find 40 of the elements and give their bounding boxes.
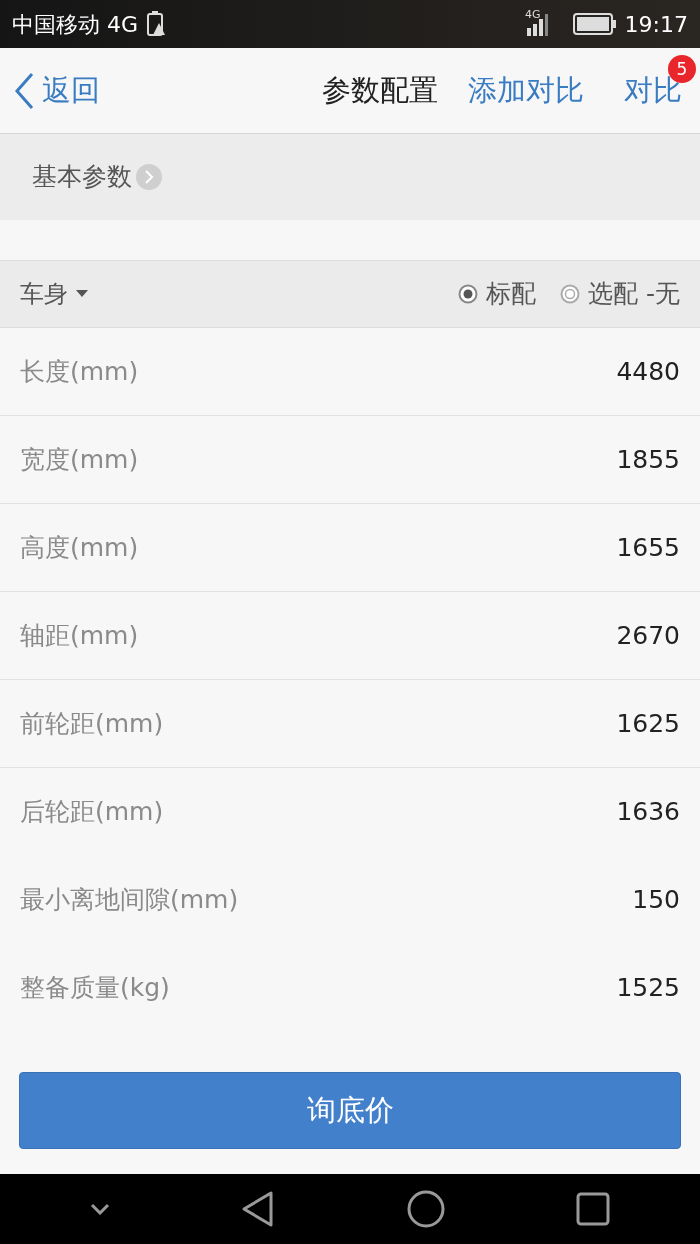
spec-value: 1625 (616, 707, 680, 740)
battery-icon (572, 13, 617, 35)
radio-icon[interactable] (457, 284, 478, 304)
spec-label: 前轮距(mm) (20, 707, 164, 740)
clock-time: 19:17 (624, 10, 688, 39)
page-title: 参数配置 (322, 71, 438, 109)
spec-value: 1636 (616, 796, 680, 829)
signal-icon (524, 12, 549, 36)
spec-value: 150 (632, 884, 680, 917)
spec-label: 高度(mm) (20, 531, 139, 564)
spec-label: 轴距(mm) (20, 619, 139, 652)
option-label: 选配 (587, 278, 638, 311)
network-label: 4G (525, 6, 541, 23)
chevron-right-icon (136, 164, 162, 190)
ask-price-button[interactable]: 询底价 (19, 1072, 681, 1149)
spec-label: 宽度(mm) (20, 443, 139, 476)
group-title[interactable]: 车身 (20, 276, 68, 312)
spec-value: 4480 (616, 355, 680, 388)
radio-icon[interactable] (559, 284, 580, 304)
add-compare-link[interactable]: 添加对比 (468, 68, 584, 113)
home-circle-icon[interactable] (406, 1190, 445, 1228)
spec-label: 长度(mm) (20, 355, 139, 388)
option-note: -无 (645, 278, 680, 311)
spec-label: 最小离地间隙(mm) (20, 884, 239, 917)
spec-value: 2670 (616, 619, 680, 652)
chevron-down-icon[interactable] (89, 1203, 110, 1215)
spec-value: 1855 (616, 443, 680, 476)
back-link[interactable]: 返回 (42, 68, 100, 113)
battery-alert-icon (146, 11, 167, 37)
option-label: 标配 (485, 278, 536, 311)
spec-label: 后轮距(mm) (20, 796, 164, 829)
spec-value: 1525 (616, 972, 680, 1005)
back-triangle-icon[interactable] (241, 1191, 276, 1227)
spec-value: 1655 (616, 531, 680, 564)
back-chevron-icon[interactable] (14, 71, 34, 110)
dropdown-caret-icon (76, 290, 88, 298)
section-tab[interactable]: 基本参数 (32, 158, 132, 196)
carrier-name: 中国移动 4G (12, 10, 139, 39)
spec-label: 整备质量(kg) (20, 972, 170, 1005)
recents-square-icon[interactable] (576, 1192, 611, 1226)
